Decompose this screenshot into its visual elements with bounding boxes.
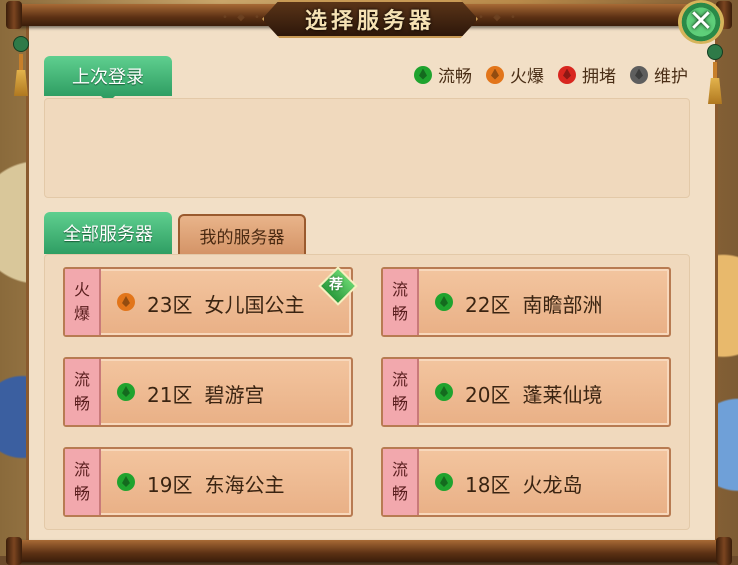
close-button[interactable]: ✕: [678, 0, 724, 44]
status-smooth-icon: [435, 293, 453, 311]
status-char: 畅: [391, 484, 408, 503]
status-char: 爆: [73, 304, 90, 323]
server-name: 南瞻部洲: [522, 293, 603, 317]
server-card-23[interactable]: 火 爆 23区 女儿国公主 荐: [63, 266, 358, 337]
legend-item-maintenance: 维护: [630, 62, 688, 87]
legend-label: 维护: [654, 67, 688, 87]
status-char: 畅: [391, 394, 408, 413]
legend-label: 拥堵: [582, 67, 616, 87]
legend-item-smooth: 流畅: [414, 62, 472, 87]
status-char: 流: [391, 280, 408, 299]
status-char: 畅: [73, 484, 90, 503]
server-label: 21区 碧游宫: [147, 379, 264, 408]
status-char: 畅: [73, 394, 90, 413]
server-zone: 23区: [147, 293, 193, 317]
status-char: 流: [391, 370, 408, 389]
status-congested-icon: [558, 65, 576, 84]
server-name: 火龙岛: [522, 473, 583, 497]
tassel-right: [706, 44, 724, 114]
rod-cap-right: [716, 537, 732, 565]
tassel-left: [12, 36, 30, 106]
status-smooth-icon: [117, 473, 135, 491]
tab-my-servers[interactable]: 我的服务器: [178, 214, 306, 254]
server-label: 20区 蓬莱仙境: [465, 379, 602, 408]
server-name: 女儿国公主: [204, 293, 305, 317]
server-list: 火 爆 23区女儿国公主 荐 流 畅 22区南瞻部洲 流 畅 21区碧游宫: [44, 254, 690, 530]
status-smooth-icon: [435, 473, 453, 491]
status-strip: 流 畅: [65, 359, 101, 425]
last-login-list: [44, 98, 690, 198]
status-strip: 流 畅: [383, 449, 419, 515]
server-label: 18区 火龙岛: [465, 469, 582, 498]
status-smooth-icon: [414, 65, 432, 84]
status-smooth-icon: [435, 383, 453, 401]
status-strip: 流 畅: [65, 449, 101, 515]
status-smooth-icon: [117, 383, 135, 401]
status-maintenance-icon: [630, 65, 648, 84]
legend-label: 火爆: [510, 67, 544, 87]
status-char: 畅: [391, 304, 408, 323]
status-char: 火: [73, 280, 90, 299]
recommended-label: 荐: [329, 277, 343, 293]
status-char: 流: [391, 460, 408, 479]
status-char: 流: [73, 370, 90, 389]
server-zone: 21区: [147, 383, 193, 407]
legend-label: 流畅: [438, 67, 472, 87]
server-card-19[interactable]: 流 畅 19区 东海公主: [63, 447, 353, 517]
status-hot-icon: [117, 293, 135, 311]
title-plaque: 选择服务器: [262, 0, 478, 38]
server-name: 碧游宫: [204, 383, 265, 407]
server-card-18[interactable]: 流 畅 18区 火龙岛: [381, 447, 671, 517]
status-strip: 火 爆: [65, 269, 101, 335]
status-legend: 流畅 火爆 拥堵 维护: [414, 62, 688, 87]
tab-all-servers[interactable]: 全部服务器: [44, 212, 172, 261]
page-title: 选择服务器: [304, 8, 435, 34]
tab-last-login[interactable]: 上次登录: [44, 56, 172, 103]
server-zone: 18区: [465, 473, 511, 497]
server-zone: 22区: [465, 293, 511, 317]
rod-cap-left: [6, 537, 22, 565]
status-strip: 流 畅: [383, 269, 419, 335]
server-zone: 19区: [147, 473, 193, 497]
server-name: 东海公主: [204, 473, 285, 497]
server-card-20[interactable]: 流 畅 20区 蓬莱仙境: [381, 357, 671, 427]
close-x-icon: ✕: [688, 4, 714, 39]
rod-cap-left: [6, 1, 22, 29]
status-hot-icon: [486, 65, 504, 84]
server-name: 蓬莱仙境: [522, 383, 603, 407]
server-zone: 20区: [465, 383, 511, 407]
recommended-badge: 荐: [318, 266, 358, 306]
legend-item-hot: 火爆: [486, 62, 544, 87]
status-strip: 流 畅: [383, 359, 419, 425]
legend-item-congested: 拥堵: [558, 62, 616, 87]
server-card-22[interactable]: 流 畅 22区 南瞻部洲: [381, 267, 671, 337]
server-label: 23区 女儿国公主: [147, 289, 304, 318]
server-card-21[interactable]: 流 畅 21区 碧游宫: [63, 357, 353, 427]
title-ornament-right: • ◆ •: [478, 12, 519, 23]
scroll-rod-bottom: [6, 537, 732, 565]
server-label: 19区 东海公主: [147, 469, 284, 498]
server-label: 22区 南瞻部洲: [465, 289, 602, 318]
title-ornament-left: • ◆ •: [222, 12, 263, 23]
status-char: 流: [73, 460, 90, 479]
